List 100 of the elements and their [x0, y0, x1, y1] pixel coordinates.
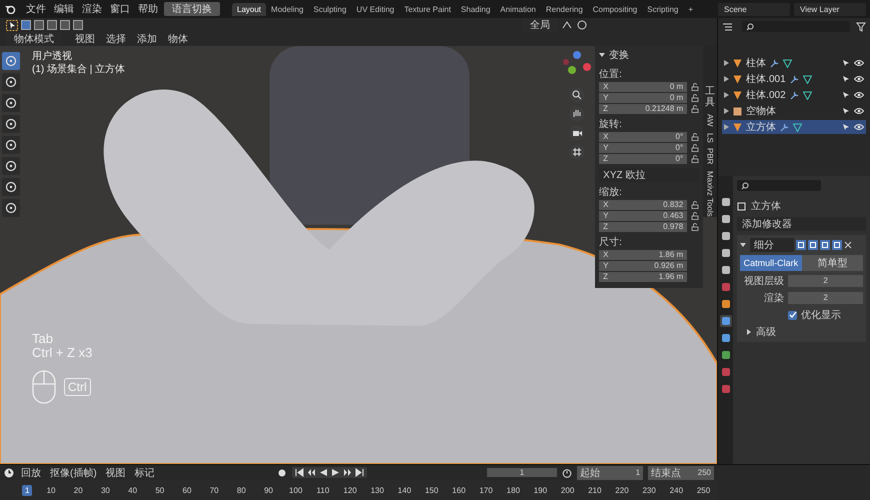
record-icon[interactable]	[276, 468, 287, 478]
properties-tab-icon[interactable]	[720, 349, 732, 361]
expand-arrow-icon[interactable]	[724, 108, 730, 114]
panel-header[interactable]: 变换	[599, 48, 700, 64]
checkbox[interactable]	[788, 310, 798, 320]
workspace-tab[interactable]: Scripting	[642, 2, 684, 16]
properties-tab-icon[interactable]	[720, 332, 732, 344]
subdivision-type-option[interactable]: Catmull-Clark	[740, 255, 802, 271]
next-keyframe-icon[interactable]	[342, 468, 352, 477]
modifier-toggle-icon[interactable]	[832, 240, 842, 250]
workspace-tab[interactable]: Layout	[232, 2, 266, 16]
snap-icon[interactable]	[561, 20, 574, 30]
number-field[interactable]: Z 0°	[599, 154, 688, 164]
workspace-tab[interactable]: Rendering	[540, 2, 588, 16]
search-field[interactable]	[737, 180, 822, 191]
expand-arrow-icon[interactable]	[724, 76, 730, 82]
tool-icon[interactable]	[2, 73, 20, 91]
outliner-row[interactable]: 柱体	[722, 56, 866, 70]
lock-icon[interactable]	[691, 105, 700, 113]
language-switch-button[interactable]: 语言切换	[164, 2, 220, 16]
lock-icon[interactable]	[691, 144, 700, 152]
properties-tab-icon[interactable]	[720, 315, 732, 327]
sidebar-tab[interactable]: AW	[706, 114, 715, 127]
lock-icon[interactable]	[691, 212, 700, 220]
timeline-menu-item[interactable]: 回放	[19, 466, 43, 480]
properties-tab-icon[interactable]	[720, 247, 732, 259]
timeline-menu-item[interactable]: 标记	[132, 466, 157, 480]
tool-icon[interactable]	[2, 94, 20, 112]
start-frame-field[interactable]: 起始 1	[577, 466, 644, 480]
menu-item[interactable]: 窗口	[108, 2, 132, 16]
collapse-arrow-icon[interactable]	[740, 242, 746, 248]
add-workspace-button[interactable]: +	[683, 2, 698, 16]
workspace-tab[interactable]: Sculpting	[308, 2, 352, 16]
stopwatch-icon[interactable]	[562, 468, 572, 478]
number-field[interactable]: Y 0°	[599, 143, 688, 153]
expand-arrow-icon[interactable]	[724, 124, 730, 130]
lock-icon[interactable]	[691, 201, 700, 209]
select-tool-icon[interactable]	[6, 20, 18, 30]
clock-icon[interactable]	[4, 468, 14, 478]
properties-tab-icon[interactable]	[720, 196, 732, 208]
play-reverse-icon[interactable]	[318, 468, 328, 477]
number-field[interactable]: Z 0.978	[599, 222, 688, 232]
lock-icon[interactable]	[691, 94, 700, 102]
number-field[interactable]: X 0 m	[599, 82, 688, 92]
proportional-editing-icon[interactable]	[576, 20, 588, 30]
advanced-subpanel-header[interactable]: 高级	[740, 325, 863, 339]
workspace-tab[interactable]: Shading	[456, 2, 496, 16]
blender-logo-icon[interactable]	[4, 4, 16, 14]
play-icon[interactable]	[330, 468, 340, 477]
number-field[interactable]: X 0°	[599, 132, 688, 142]
playhead[interactable]: 1	[22, 484, 32, 496]
number-field[interactable]: X 0.832	[599, 200, 688, 210]
eye-icon[interactable]	[854, 107, 864, 115]
previous-keyframe-icon[interactable]	[306, 468, 316, 477]
timeline-menu-item[interactable]: 视图	[104, 466, 128, 480]
workspace-tab[interactable]: Animation	[495, 2, 541, 16]
lock-icon[interactable]	[691, 133, 700, 141]
current-frame-field[interactable]: 1	[487, 468, 558, 477]
number-field[interactable]: X 1.86 m	[599, 250, 688, 260]
jump-to-start-icon[interactable]	[294, 468, 304, 477]
viewport-menu-item[interactable]: 添加	[133, 32, 161, 46]
number-field[interactable]: 2	[788, 292, 863, 304]
search-field[interactable]	[742, 21, 850, 32]
outliner-row[interactable]: 柱体.002	[722, 88, 866, 102]
menu-item[interactable]: 编辑	[52, 2, 76, 16]
workspace-tab[interactable]: UV Editing	[351, 2, 400, 16]
number-field[interactable]: Z 0.21248 m	[599, 104, 688, 114]
menu-item[interactable]: 渲染	[80, 2, 104, 16]
tool-icon[interactable]	[2, 199, 20, 217]
sidebar-tab[interactable]: 工具	[705, 86, 716, 108]
modifier-toggle-icon[interactable]	[820, 240, 830, 250]
lock-icon[interactable]	[691, 155, 700, 163]
add-modifier-dropdown[interactable]: 添加修改器	[737, 217, 866, 231]
timeline-menu-item[interactable]: 抠像(插帧)	[48, 466, 99, 480]
eye-icon[interactable]	[854, 59, 864, 67]
viewport-menu-item[interactable]: 视图	[71, 32, 99, 46]
modifier-toggle-icon[interactable]	[796, 240, 806, 250]
zoom-icon[interactable]	[569, 87, 586, 103]
outliner-row[interactable]: 柱体.001	[722, 72, 866, 86]
tool-icon[interactable]	[2, 157, 20, 175]
sidebar-tab[interactable]: LS	[706, 132, 715, 142]
end-frame-field[interactable]: 结束点 250	[648, 466, 714, 480]
eye-icon[interactable]	[854, 123, 864, 131]
lock-icon[interactable]	[691, 83, 700, 91]
outliner-row[interactable]: 空物体	[722, 104, 866, 118]
number-field[interactable]: Y 0.463	[599, 211, 688, 221]
modifier-toggle-icon[interactable]	[808, 240, 818, 250]
sidebar-tab[interactable]: Maxivz Tools	[706, 170, 715, 216]
properties-tab-icon[interactable]	[720, 298, 732, 310]
viewport-menu-item[interactable]: 选择	[102, 32, 130, 46]
jump-to-end-icon[interactable]	[354, 468, 364, 477]
expand-arrow-icon[interactable]	[724, 60, 730, 66]
properties-tab-icon[interactable]	[720, 213, 732, 225]
close-icon[interactable]	[844, 241, 852, 249]
filter-icon[interactable]	[856, 22, 866, 32]
collapse-arrow-icon[interactable]	[599, 52, 606, 58]
eye-icon[interactable]	[854, 75, 864, 83]
modifier-name-field[interactable]: 细分	[750, 238, 794, 252]
outliner-row[interactable]: 立方体	[722, 120, 866, 134]
workspace-tab[interactable]: Modeling	[266, 2, 308, 16]
